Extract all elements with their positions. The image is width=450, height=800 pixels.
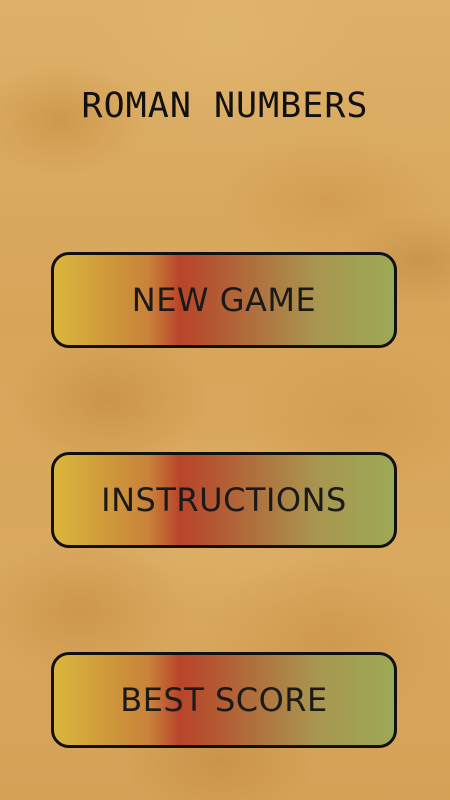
best-score-button[interactable]: BEST SCORE <box>51 652 397 748</box>
game-title: ROMAN NUMBERS <box>81 86 369 126</box>
new-game-label: NEW GAME <box>131 281 317 319</box>
best-score-label: BEST SCORE <box>120 681 328 719</box>
instructions-label: INSTRUCTIONS <box>101 481 347 519</box>
instructions-button[interactable]: INSTRUCTIONS <box>51 452 397 548</box>
new-game-button[interactable]: NEW GAME <box>51 252 397 348</box>
